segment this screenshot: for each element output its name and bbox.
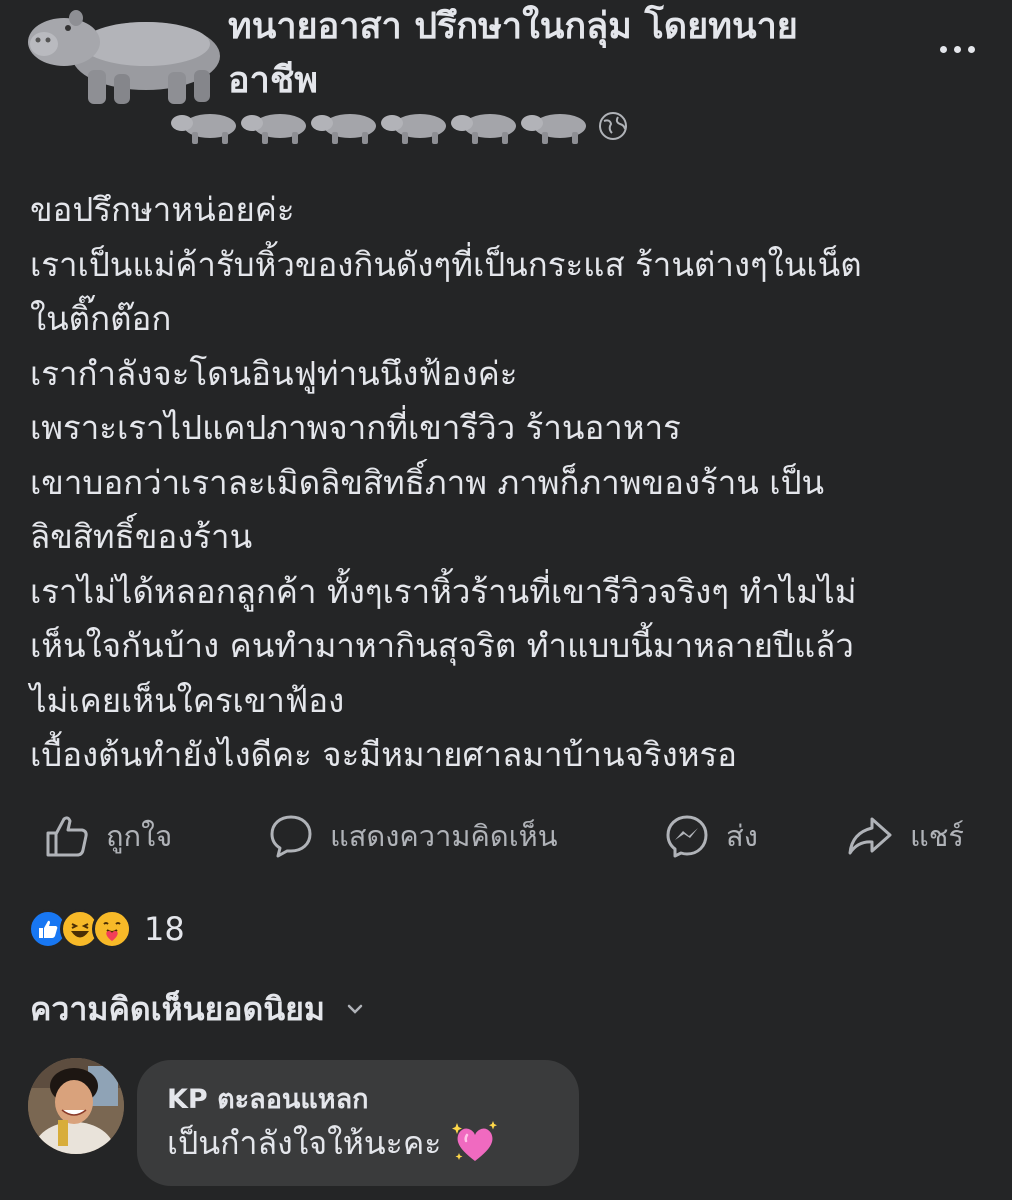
- post-body-line: เห็นใจกันบ้าง คนทำมาหากินสุจริต ทำแบบนี้…: [30, 626, 854, 665]
- post-body-line: เราเป็นแม่ค้ารับหิ้วของกินดังๆที่เป็นกระ…: [30, 244, 862, 284]
- like-label: ถูกใจ: [106, 819, 173, 853]
- dot-icon: [953, 45, 961, 53]
- post-body-line: เพราะเราไปแคปภาพจากที่เขารีวิว ร้านอาหาร: [30, 408, 681, 447]
- post-body: ขอปรึกษาหน่อยค่ะ เราเป็นแม่ค้ารับหิ้วของ…: [30, 183, 990, 783]
- sparkling-heart-icon: [452, 1121, 498, 1161]
- comment-label: แสดงความคิดเห็น: [330, 819, 558, 853]
- post-body-line: ในติ๊กต๊อก: [30, 299, 172, 338]
- dot-icon: [939, 45, 947, 53]
- group-title-line2: อาชีพ: [228, 60, 318, 101]
- post-body-line: เราไม่ได้หลอกลูกค้า ทั้งๆเราหิ้วร้านที่เ…: [30, 571, 857, 611]
- hippo-emoji-icon: [241, 114, 306, 144]
- hippo-emoji-icon: [521, 114, 586, 144]
- post-body-line: เขาบอกว่าเราละเมิดลิขสิทธิ์ภาพ ภาพก็ภาพข…: [30, 462, 825, 502]
- chevron-down-icon: [347, 1004, 363, 1014]
- hippo-emoji-icon: [311, 114, 376, 144]
- post-body-line: เบื้องต้นทำยังไงดีคะ จะมีหมายศาลมาบ้านจร…: [30, 735, 737, 774]
- like-button[interactable]: ถูกใจ: [44, 806, 172, 866]
- post-body-line: ไม่เคยเห็นใครเขาฟ้อง: [30, 680, 345, 720]
- post-body-line: ลิขสิทธิ์ของร้าน: [30, 517, 253, 556]
- group-title-line1: ทนายอาสา ปรึกษาในกลุ่ม โดยทนาย: [228, 6, 798, 47]
- comment-author[interactable]: KP ตะลอนแหลก: [167, 1082, 549, 1118]
- messenger-icon: [666, 815, 708, 858]
- post-body-line: ขอปรึกษาหน่อยค่ะ: [30, 190, 295, 229]
- commenter-photo: [28, 1058, 124, 1154]
- reaction-summary[interactable]: 18: [28, 904, 185, 954]
- care-reaction-icon: [92, 909, 132, 949]
- send-label: ส่ง: [726, 819, 758, 853]
- comment-sort-label: ความคิดเห็นยอดนิยม: [30, 989, 325, 1028]
- post-action-bar: ถูกใจ แสดงความคิดเห็น ส่ง แชร์: [0, 806, 1012, 866]
- thumbs-up-icon: [46, 816, 88, 857]
- share-arrow-icon: [848, 817, 892, 855]
- more-options-button[interactable]: [932, 34, 982, 64]
- comment-text-row: เป็นกำลังใจให้นะคะ: [167, 1118, 549, 1168]
- comment-bubble-icon: [270, 815, 312, 858]
- globe-icon: [599, 112, 627, 140]
- hippo-emoji-icon: [381, 114, 446, 144]
- hippo-emoji-icon: [451, 114, 516, 144]
- author-meta-row: [168, 104, 628, 148]
- group-avatar-hippo-icon[interactable]: [18, 0, 223, 108]
- send-button[interactable]: ส่ง: [664, 806, 758, 866]
- comment-text: เป็นกำลังใจให้นะคะ: [167, 1124, 442, 1162]
- group-title[interactable]: ทนายอาสา ปรึกษาในกลุ่ม โดยทนาย อาชีพ: [228, 0, 868, 108]
- dot-icon: [967, 45, 975, 53]
- share-button[interactable]: แชร์: [846, 806, 964, 866]
- comment-button[interactable]: แสดงความคิดเห็น: [268, 806, 558, 866]
- post-header: ทนายอาสา ปรึกษาในกลุ่ม โดยทนาย อาชีพ: [0, 0, 1012, 170]
- commenter-avatar[interactable]: [28, 1058, 124, 1154]
- reaction-count: 18: [144, 910, 185, 948]
- share-label: แชร์: [910, 819, 964, 853]
- comment-sort-dropdown[interactable]: ความคิดเห็นยอดนิยม: [30, 984, 363, 1034]
- post-body-line: เรากำลังจะโดนอินฟูท่านนึงฟ้องค่ะ: [30, 353, 518, 393]
- hippo-emoji-icon: [171, 114, 236, 144]
- comment-bubble[interactable]: KP ตะลอนแหลก เป็นกำลังใจให้นะคะ: [137, 1060, 579, 1186]
